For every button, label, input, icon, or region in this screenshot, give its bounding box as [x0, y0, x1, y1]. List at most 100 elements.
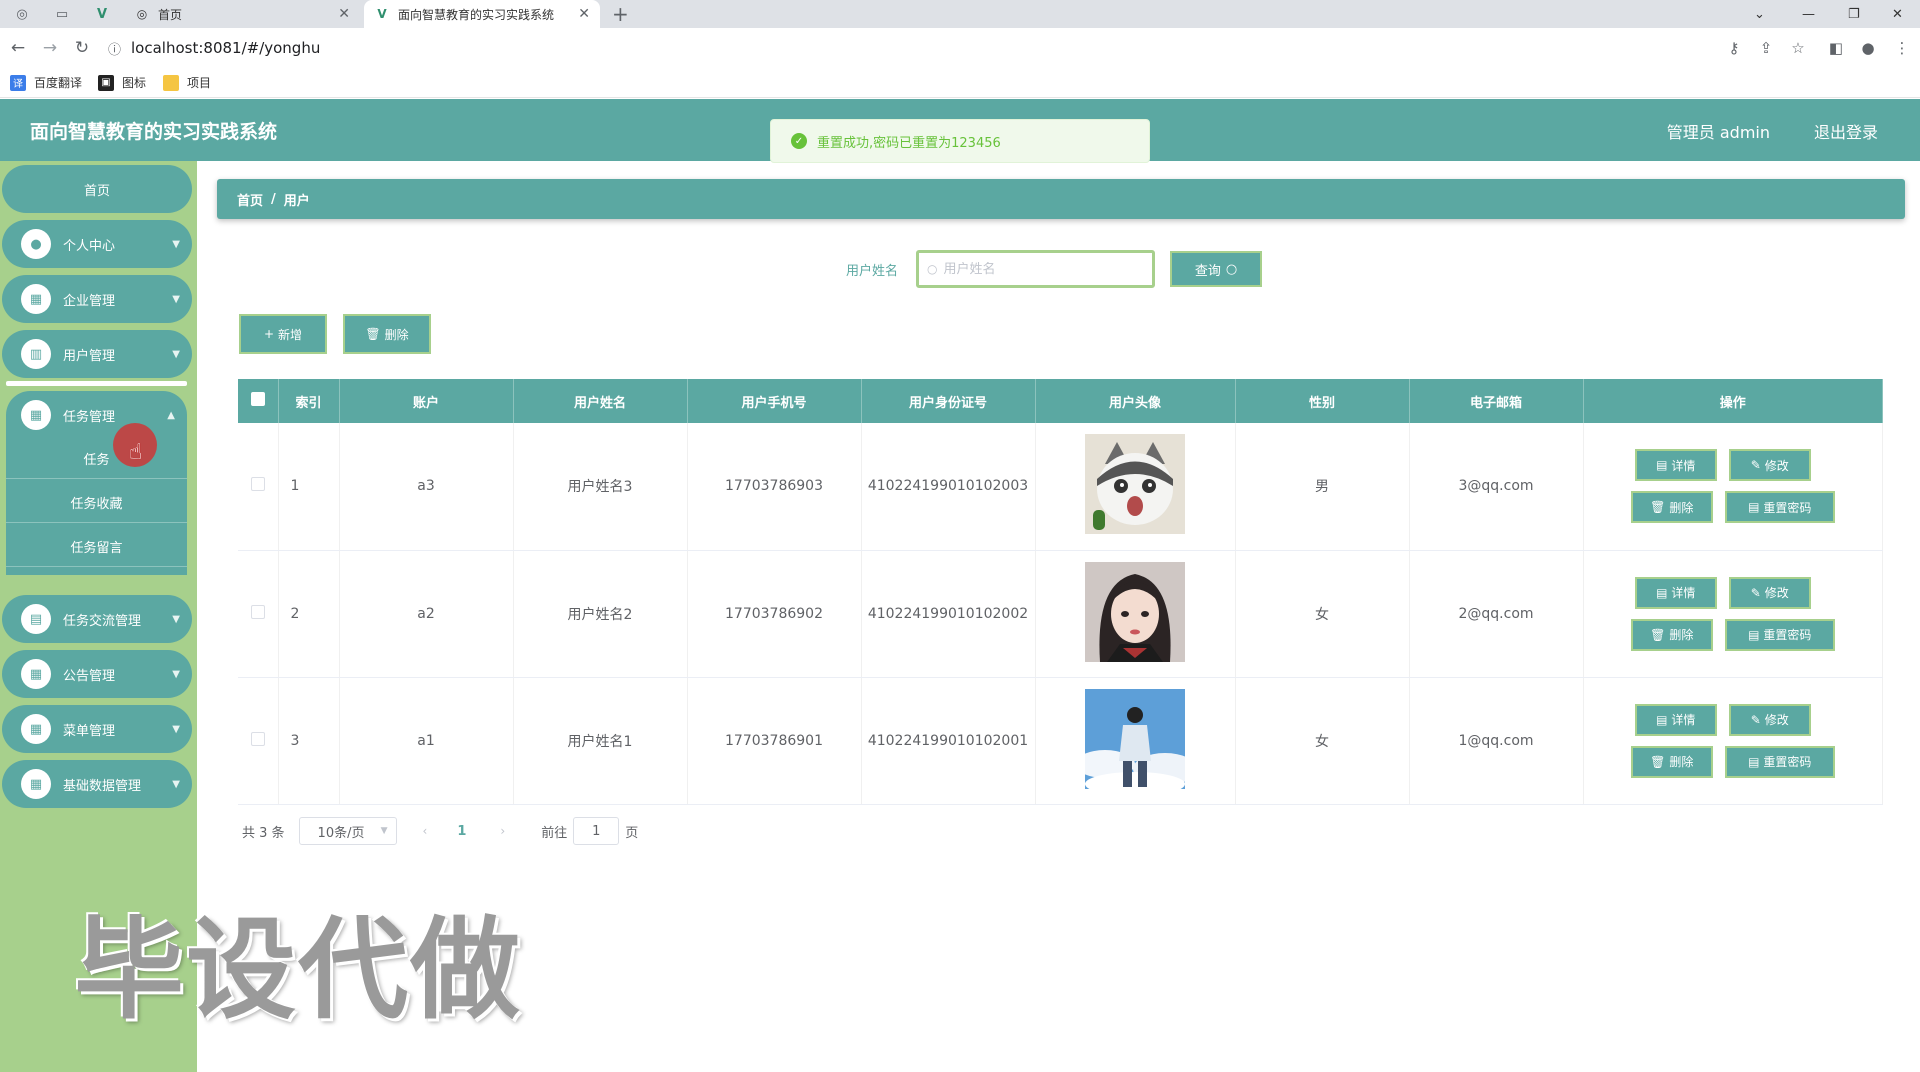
sidebar-item-task-exchange[interactable]: ▤ 任务交流管理 ▼: [2, 595, 192, 643]
url-field[interactable]: ⓘ localhost:8081/#/yonghu: [108, 34, 1708, 62]
close-icon[interactable]: ✕: [578, 6, 590, 22]
detail-button[interactable]: ▤ 详情: [1634, 703, 1717, 736]
globe-icon: ◎: [136, 7, 148, 21]
cell-index: 2: [278, 550, 340, 678]
edit-label: 修改: [1764, 458, 1789, 473]
avatar-cat-image: [1085, 434, 1185, 535]
cell-email: 2@qq.com: [1409, 550, 1584, 678]
add-button[interactable]: + 新增: [239, 314, 327, 354]
breadcrumb-current: 用户: [283, 193, 310, 209]
star-icon[interactable]: ☆: [1786, 36, 1810, 60]
close-icon[interactable]: ✕: [338, 6, 350, 22]
doc-icon: ▤: [1748, 500, 1760, 515]
reset-password-button[interactable]: ▤ 重置密码: [1724, 491, 1835, 524]
page-number-current[interactable]: 1: [457, 824, 466, 839]
back-icon[interactable]: ←: [6, 36, 30, 60]
bookmark-item[interactable]: ▣ 图标: [98, 74, 146, 91]
pinned-tab-blank-icon[interactable]: ▭: [48, 4, 76, 24]
profile-icon[interactable]: ●: [1856, 36, 1880, 60]
prev-page-icon[interactable]: ‹: [423, 824, 428, 838]
tab-title: 首页: [158, 7, 183, 22]
doc-icon: ▤: [1656, 585, 1668, 600]
query-button-label: 查询: [1194, 263, 1221, 279]
batch-delete-button[interactable]: 🗑 删除: [343, 314, 431, 354]
sidebar-item-label: 公告管理: [63, 668, 116, 684]
chevron-down-icon: ▼: [172, 723, 180, 735]
goto-page-input[interactable]: 1: [573, 817, 620, 845]
sidebar-item-profile[interactable]: ● 个人中心 ▼: [2, 220, 192, 268]
bookmark-item[interactable]: 项目: [163, 74, 211, 91]
check-icon: ✓: [791, 133, 807, 149]
edit-button[interactable]: ✎ 修改: [1728, 703, 1811, 736]
submenu-item-task-favorites[interactable]: 任务收藏: [6, 483, 187, 523]
col-gender: 性别: [1235, 379, 1410, 423]
cell-avatar: [1035, 550, 1236, 678]
query-button[interactable]: 查询 ○: [1170, 251, 1262, 287]
browser-tab-home[interactable]: ◎ 首页 ✕: [124, 0, 360, 28]
cell-email: 1@qq.com: [1409, 677, 1584, 805]
reload-icon[interactable]: ↻: [70, 36, 94, 60]
forward-icon[interactable]: →: [38, 36, 62, 60]
menu-dots-icon[interactable]: ⋮: [1890, 36, 1914, 60]
col-index: 索引: [278, 379, 340, 423]
reset-password-button[interactable]: ▤ 重置密码: [1724, 618, 1835, 651]
submenu-item-task[interactable]: 任务: [6, 439, 187, 479]
submenu-item-task-messages[interactable]: 任务留言: [6, 527, 187, 567]
sidebar-item-users[interactable]: ▥ 用户管理 ▼: [2, 330, 192, 378]
sidebar-item-basic-data[interactable]: ▦ 基础数据管理 ▼: [2, 760, 192, 808]
select-all-checkbox[interactable]: [250, 392, 265, 406]
sidebar-item-company[interactable]: ▦ 企业管理 ▼: [2, 275, 192, 323]
grid-icon: ▦: [21, 284, 51, 314]
delete-button[interactable]: 🗑 删除: [1630, 491, 1713, 524]
pinned-tab-vue-icon[interactable]: V: [88, 4, 116, 24]
col-id-card: 用户身份证号: [861, 379, 1036, 423]
share-icon[interactable]: ⇪: [1754, 36, 1778, 60]
pinned-tab-globe-icon[interactable]: ◎: [8, 4, 36, 24]
edit-label: 修改: [1764, 586, 1789, 600]
sidebar-item-notices[interactable]: ▦ 公告管理 ▼: [2, 650, 192, 698]
row-checkbox[interactable]: [250, 477, 265, 492]
row-checkbox[interactable]: [250, 731, 265, 746]
address-bar: ← → ↻ ⓘ localhost:8081/#/yonghu ⚷ ⇪ ☆ ◧ …: [0, 28, 1920, 68]
row-select-cell: [238, 423, 279, 551]
browser-tab-active[interactable]: V 面向智慧教育的实习实践系统 ✕: [364, 0, 600, 28]
breadcrumb-separator: /: [271, 191, 276, 207]
edit-button[interactable]: ✎ 修改: [1728, 449, 1811, 482]
table-row: 2 a2 用户姓名2 17703786902 41022419901010200…: [238, 550, 1883, 678]
row-checkbox[interactable]: [250, 604, 265, 619]
detail-button[interactable]: ▤ 详情: [1634, 449, 1717, 482]
sidebar-item-label: 个人中心: [63, 238, 116, 254]
reset-password-button[interactable]: ▤ 重置密码: [1724, 745, 1835, 778]
breadcrumb-home[interactable]: 首页: [237, 190, 263, 209]
detail-button[interactable]: ▤ 详情: [1634, 576, 1717, 609]
doc-icon: ▤: [1748, 627, 1760, 642]
delete-button[interactable]: 🗑 删除: [1630, 618, 1713, 651]
logout-link[interactable]: 退出登录: [1814, 119, 1878, 143]
window-close-icon[interactable]: ✕: [1892, 0, 1903, 28]
minimize-icon[interactable]: —: [1802, 0, 1815, 28]
new-tab-icon[interactable]: +: [612, 2, 629, 26]
sidebar-item-menus[interactable]: ▦ 菜单管理 ▼: [2, 705, 192, 753]
search-field[interactable]: ○: [916, 250, 1155, 288]
restore-icon[interactable]: ❐: [1848, 0, 1860, 28]
breadcrumb: 首页 / 用户: [217, 179, 1905, 219]
cell-gender: 男: [1235, 423, 1410, 551]
tab-search-icon[interactable]: ⌄: [1754, 0, 1765, 28]
search-input[interactable]: [943, 261, 1124, 277]
table-row: 3 a1 用户姓名1 17703786901 41022419901010200…: [238, 677, 1883, 805]
sidebar-item-label: 企业管理: [63, 293, 116, 309]
sidebar-item-home[interactable]: 首页: [2, 165, 192, 213]
info-icon[interactable]: ⓘ: [108, 39, 121, 58]
next-page-icon[interactable]: ›: [500, 824, 505, 838]
page-size-select[interactable]: 10条/页 ▼: [298, 817, 397, 845]
hand-cursor-icon: ☝: [129, 440, 143, 465]
delete-button[interactable]: 🗑 删除: [1630, 745, 1713, 778]
key-icon[interactable]: ⚷: [1722, 36, 1746, 60]
edit-button[interactable]: ✎ 修改: [1728, 576, 1811, 609]
pagination: 共 3 条 10条/页 ▼ ‹ 1 › 前往 1 页: [242, 817, 638, 845]
bookmark-item[interactable]: 译 百度翻译: [10, 74, 82, 91]
chevron-down-icon: ▼: [380, 826, 388, 836]
total-count: 共 3 条: [242, 825, 285, 841]
sidepanel-icon[interactable]: ◧: [1824, 36, 1848, 60]
sidebar-item-tasks[interactable]: ▦ 任务管理 ▲: [6, 391, 187, 439]
